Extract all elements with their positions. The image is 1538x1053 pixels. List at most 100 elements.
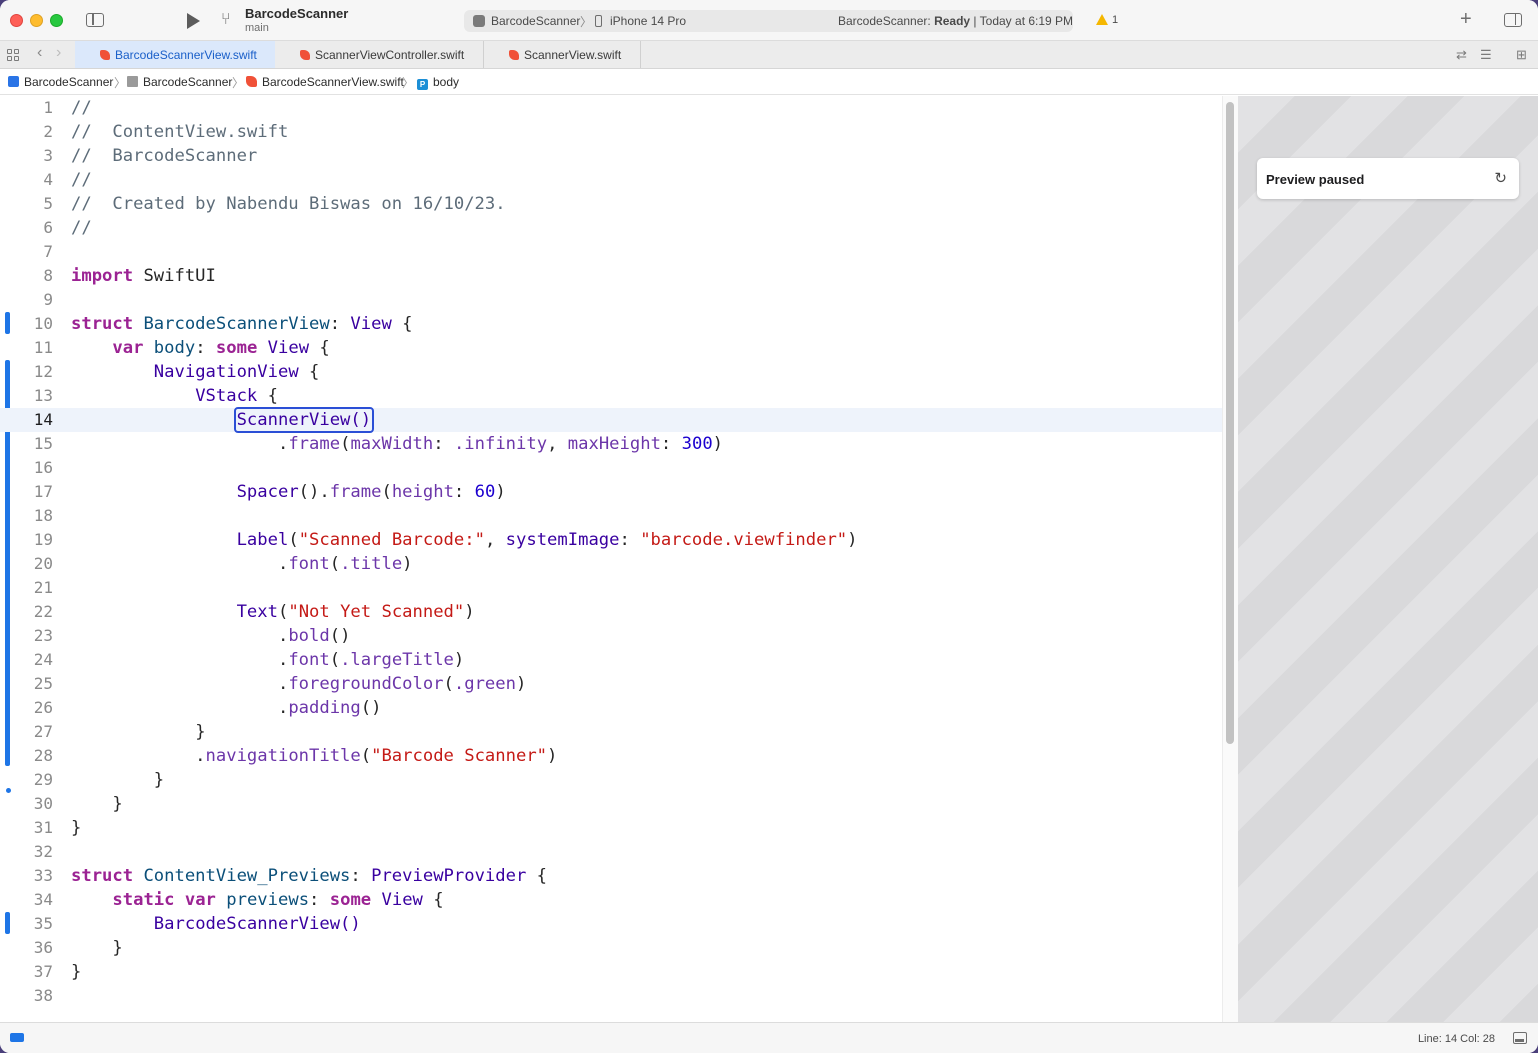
code-line[interactable]: 7: [0, 240, 1222, 264]
line-number[interactable]: 19: [0, 528, 53, 552]
line-number[interactable]: 7: [0, 240, 53, 264]
code-line[interactable]: 12 NavigationView {: [0, 360, 1222, 384]
line-number[interactable]: 37: [0, 960, 53, 984]
code-line[interactable]: 8 import SwiftUI: [0, 264, 1222, 288]
line-number[interactable]: 34: [0, 888, 53, 912]
line-number[interactable]: 6: [0, 216, 53, 240]
line-number[interactable]: 2: [0, 120, 53, 144]
run-button[interactable]: [187, 13, 200, 29]
code-line[interactable]: 3 // BarcodeScanner: [0, 144, 1222, 168]
code-line[interactable]: 27 }: [0, 720, 1222, 744]
code-line[interactable]: 5 // Created by Nabendu Biswas on 16/10/2…: [0, 192, 1222, 216]
line-number[interactable]: 8: [0, 264, 53, 288]
code-line[interactable]: 30 }: [0, 792, 1222, 816]
line-number[interactable]: 32: [0, 840, 53, 864]
code-line[interactable]: 21: [0, 576, 1222, 600]
line-number[interactable]: 10: [0, 312, 53, 336]
line-number[interactable]: 23: [0, 624, 53, 648]
line-number[interactable]: 27: [0, 720, 53, 744]
zoom-window-button[interactable]: [50, 14, 63, 27]
code-line[interactable]: 13 VStack {: [0, 384, 1222, 408]
jump-bar-symbol[interactable]: Pbody: [417, 75, 459, 90]
tab-scannerview[interactable]: ScannerView.swift: [485, 41, 641, 68]
line-number[interactable]: 33: [0, 864, 53, 888]
line-number[interactable]: 22: [0, 600, 53, 624]
editor-scrollbar-thumb[interactable]: [1226, 102, 1234, 744]
back-chevron-icon[interactable]: ‹: [37, 44, 42, 62]
related-items-grid-icon[interactable]: [7, 49, 19, 61]
split-editor-icon[interactable]: ⊞: [1516, 47, 1527, 63]
line-number[interactable]: 20: [0, 552, 53, 576]
scheme-selector[interactable]: BarcodeScanner: [491, 14, 580, 28]
line-number[interactable]: 4: [0, 168, 53, 192]
code-line[interactable]: 37}: [0, 960, 1222, 984]
refresh-icon[interactable]: ↻: [1494, 171, 1507, 186]
warning-icon[interactable]: [1096, 14, 1108, 25]
code-line[interactable]: 15 .frame(maxWidth: .infinity, maxHeight…: [0, 432, 1222, 456]
panel-toggle-icon[interactable]: [1513, 1032, 1527, 1044]
code-line[interactable]: 25 .foregroundColor(.green): [0, 672, 1222, 696]
code-line[interactable]: 26 .padding(): [0, 696, 1222, 720]
editor-options-icon[interactable]: ☰: [1480, 47, 1492, 63]
code-line[interactable]: 1 //: [0, 96, 1222, 120]
line-number[interactable]: 5: [0, 192, 53, 216]
minimize-window-button[interactable]: [30, 14, 43, 27]
library-add-button[interactable]: +: [1460, 9, 1472, 29]
code-line[interactable]: 22 Text("Not Yet Scanned"): [0, 600, 1222, 624]
code-line[interactable]: 17 Spacer().frame(height: 60): [0, 480, 1222, 504]
jump-bar-group[interactable]: BarcodeScanner: [127, 75, 232, 89]
line-number[interactable]: 13: [0, 384, 53, 408]
project-name[interactable]: BarcodeScanner: [245, 6, 348, 21]
line-number[interactable]: 30: [0, 792, 53, 816]
line-number[interactable]: 24: [0, 648, 53, 672]
forward-chevron-icon[interactable]: ›: [56, 44, 61, 62]
source-editor[interactable]: 1 // 2 // ContentView.swift 3 // BarcodeScann…: [0, 96, 1222, 1022]
line-number[interactable]: 36: [0, 936, 53, 960]
code-line[interactable]: 38: [0, 984, 1222, 1008]
line-number[interactable]: 15: [0, 432, 53, 456]
line-number[interactable]: 29: [0, 768, 53, 792]
code-line[interactable]: 23 .bold(): [0, 624, 1222, 648]
tab-barcodescannerview[interactable]: BarcodeScannerView.swift: [75, 41, 275, 68]
code-line[interactable]: 33 struct ContentView_Previews: PreviewPr…: [0, 864, 1222, 888]
code-selected-symbol[interactable]: ScannerView(): [233, 407, 375, 433]
line-number[interactable]: 18: [0, 504, 53, 528]
code-line[interactable]: 32: [0, 840, 1222, 864]
preview-canvas[interactable]: [1238, 96, 1538, 1022]
code-line[interactable]: 11 var body: some View {: [0, 336, 1222, 360]
code-line[interactable]: 34 static var previews: some View {: [0, 888, 1222, 912]
code-line[interactable]: 20 .font(.title): [0, 552, 1222, 576]
warning-count[interactable]: 1: [1112, 14, 1118, 26]
line-number[interactable]: 16: [0, 456, 53, 480]
code-line[interactable]: 31}: [0, 816, 1222, 840]
tab-scannerviewcontroller[interactable]: ScannerViewController.swift: [276, 41, 484, 68]
source-control-swap-icon[interactable]: ⇄: [1456, 47, 1467, 63]
line-number[interactable]: 35: [0, 912, 53, 936]
code-line[interactable]: 28 .navigationTitle("Barcode Scanner"): [0, 744, 1222, 768]
inspector-toggle-icon[interactable]: [1504, 13, 1522, 27]
debug-area-toggle-icon[interactable]: [10, 1033, 24, 1042]
navigator-toggle-icon[interactable]: [86, 13, 104, 27]
line-number[interactable]: 31: [0, 816, 53, 840]
code-line[interactable]: 16: [0, 456, 1222, 480]
line-number[interactable]: 1: [0, 96, 53, 120]
line-number[interactable]: 11: [0, 336, 53, 360]
code-line[interactable]: 29 }: [0, 768, 1222, 792]
code-line[interactable]: 6 //: [0, 216, 1222, 240]
code-line[interactable]: 24 .font(.largeTitle): [0, 648, 1222, 672]
code-line[interactable]: 4 //: [0, 168, 1222, 192]
branch-name[interactable]: main: [245, 22, 269, 34]
line-number[interactable]: 12: [0, 360, 53, 384]
line-number[interactable]: 26: [0, 696, 53, 720]
line-number[interactable]: 38: [0, 984, 53, 1008]
line-number[interactable]: 14: [0, 408, 53, 432]
code-line[interactable]: 19 Label("Scanned Barcode:", systemImage…: [0, 528, 1222, 552]
code-line[interactable]: 2 // ContentView.swift: [0, 120, 1222, 144]
code-line[interactable]: 35 BarcodeScannerView(): [0, 912, 1222, 936]
jump-bar-file[interactable]: BarcodeScannerView.swift: [246, 75, 404, 89]
run-destination-selector[interactable]: iPhone 14 Pro: [610, 14, 686, 28]
code-line[interactable]: 14 ScannerView(): [0, 407, 1222, 433]
line-number[interactable]: 28: [0, 744, 53, 768]
line-number[interactable]: 21: [0, 576, 53, 600]
code-line[interactable]: 9: [0, 288, 1222, 312]
